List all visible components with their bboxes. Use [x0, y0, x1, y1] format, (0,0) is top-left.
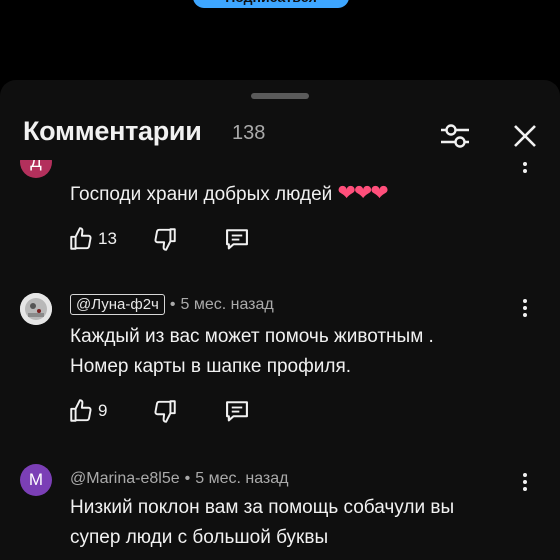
reply-button[interactable]: [223, 225, 251, 253]
reply-button[interactable]: [223, 397, 251, 425]
dislike-button[interactable]: [152, 397, 178, 425]
comment-count: 138: [232, 122, 266, 144]
thumbs-up-icon: [70, 227, 92, 250]
comment-meta: @Луна-ф2ч • 5 мес. назад: [70, 294, 274, 315]
drag-handle[interactable]: [251, 93, 309, 99]
like-count: 9: [98, 401, 108, 420]
comments-sheet: Комментарии 138 Д Господи храни добрых л…: [0, 80, 560, 560]
reply-icon: [226, 401, 248, 422]
more-options-icon[interactable]: [515, 470, 535, 494]
subscribe-button[interactable]: Подписаться: [193, 0, 349, 8]
author-handle[interactable]: @Луна-ф2ч: [70, 294, 165, 315]
avatar[interactable]: [20, 293, 52, 325]
avatar[interactable]: M: [20, 464, 52, 496]
comment-meta: @Marina-e8l5e • 5 мес. назад: [70, 470, 289, 488]
thumbs-up-icon: [70, 399, 92, 422]
like-count: 13: [98, 229, 117, 248]
thumbs-down-icon: [154, 228, 176, 251]
avatar[interactable]: Д: [20, 160, 52, 178]
more-options-icon[interactable]: [515, 296, 535, 320]
author-handle[interactable]: @Marina-e8l5e: [70, 470, 180, 488]
comments-header: Комментарии 138: [0, 110, 560, 160]
timestamp: 5 мес. назад: [195, 470, 289, 487]
like-button[interactable]: 9: [68, 397, 107, 425]
close-icon[interactable]: [505, 116, 545, 156]
comment-text: Господи храни добрых людей ❤❤❤: [70, 180, 389, 205]
dislike-button[interactable]: [152, 225, 178, 253]
timestamp: 5 мес. назад: [180, 295, 274, 313]
reply-icon: [226, 229, 248, 250]
comment-text: Каждый из вас может помочь животным . Но…: [70, 326, 434, 377]
comments-list: Д Господи храни добрых людей ❤❤❤ 13 @Лун…: [0, 160, 560, 560]
thumbs-down-icon: [154, 400, 176, 423]
heart-emoji: ❤❤❤: [337, 180, 389, 205]
sliders-icon[interactable]: [435, 116, 475, 156]
more-options-icon[interactable]: [515, 160, 535, 176]
comment-text: Низкий поклон вам за помощь собачули вы …: [70, 497, 455, 548]
sheet-title: Комментарии: [23, 116, 202, 146]
like-button[interactable]: 13: [68, 225, 117, 253]
